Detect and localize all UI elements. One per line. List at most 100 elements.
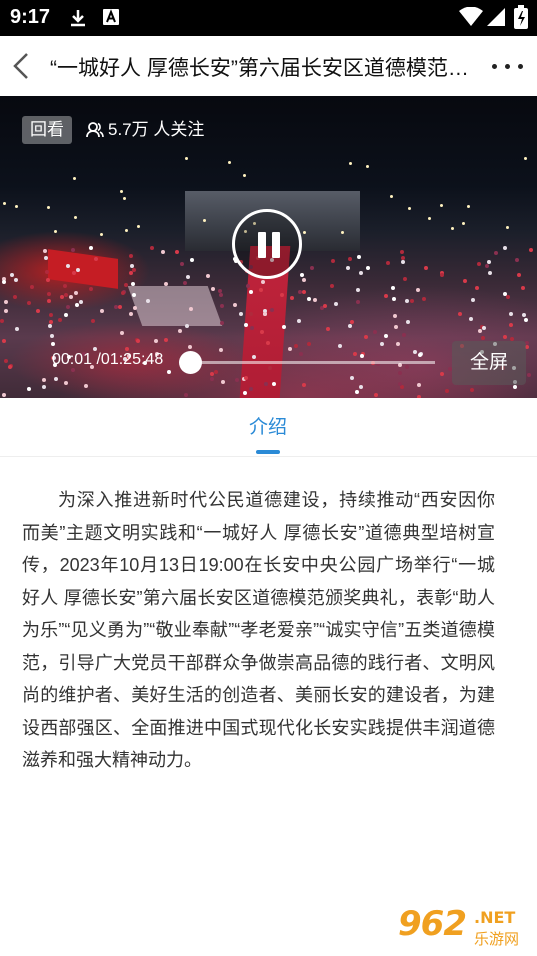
crowd-dot [325, 327, 330, 332]
city-light-dot [184, 157, 188, 161]
crowd-dot [508, 323, 513, 328]
crowd-dot [68, 294, 73, 299]
crowd-dot [120, 330, 125, 335]
crowd-dot [423, 266, 428, 271]
crowd-dot [235, 378, 240, 383]
user-icon [86, 122, 104, 138]
city-light-dot [303, 230, 307, 234]
crowd-dot [213, 369, 218, 374]
crowd-dot [238, 311, 243, 316]
video-player[interactable]: 回看 5.7万 人关注 00:01 /01:25:48 全屏 [0, 96, 537, 398]
crowd-dot [397, 371, 402, 376]
crowd-dot [282, 325, 287, 330]
crowd-dot [150, 246, 155, 250]
crowd-dot [506, 294, 511, 299]
crowd-dot [297, 290, 302, 295]
crowd-dot [4, 359, 9, 364]
tab-intro[interactable]: 介绍 [238, 412, 298, 439]
crowd-dot [385, 261, 390, 266]
crowd-dot [41, 377, 46, 382]
crowd-dot [244, 375, 249, 380]
crowd-dot [53, 377, 58, 382]
crowd-dot [42, 384, 47, 389]
crowd-dot [416, 287, 421, 292]
back-button[interactable] [8, 50, 38, 82]
crowd-dot [288, 347, 293, 352]
crowd-dot [302, 383, 307, 388]
seek-bar[interactable] [190, 361, 435, 364]
pause-icon [258, 232, 266, 258]
crowd-dot [259, 330, 264, 335]
crowd-dot [350, 319, 355, 324]
crowd-dot [161, 250, 166, 255]
crowd-dot [70, 247, 75, 252]
crowd-dot [153, 338, 158, 343]
crowd-dot [330, 258, 335, 263]
crowd-dot [84, 384, 89, 389]
crowd-dot [352, 351, 357, 356]
tab-bar: 介绍 [0, 398, 537, 457]
crowd-dot [298, 351, 303, 356]
crowd-dot [301, 289, 306, 294]
seek-thumb[interactable] [179, 351, 202, 374]
crowd-dot [248, 312, 253, 317]
city-light-dot [227, 161, 231, 165]
crowd-dot [527, 373, 532, 378]
crowd-dot [1, 338, 6, 343]
city-light-dot [462, 221, 466, 225]
viewer-count-text: 5.7万 人关注 [108, 120, 205, 139]
crowd-dot [422, 297, 427, 302]
crowd-dot [400, 260, 405, 265]
crowd-dot [206, 273, 211, 278]
crowd-dot [383, 334, 388, 339]
crowd-dot [406, 319, 411, 324]
crowd-dot [357, 254, 362, 259]
crowd-dot [210, 377, 215, 382]
crowd-dot [272, 381, 277, 386]
crowd-dot [468, 316, 473, 321]
crowd-dot [404, 365, 409, 370]
crowd-dot [306, 342, 311, 347]
crowd-dot [210, 286, 215, 291]
crowd-dot [413, 349, 418, 354]
crowd-dot [279, 293, 284, 298]
crowd-dot [63, 284, 68, 289]
crowd-dot [329, 284, 334, 289]
crowd-dot [175, 250, 180, 255]
crowd-dot [482, 325, 487, 330]
crowd-dot [45, 277, 50, 282]
crowd-dot [258, 287, 263, 292]
crowd-dot [64, 312, 68, 317]
crowd-dot [402, 333, 407, 338]
crowd-dot [46, 291, 51, 296]
crowd-dot [30, 284, 35, 289]
crowd-dot [188, 344, 192, 349]
crowd-dot [36, 308, 41, 313]
crowd-dot [503, 291, 508, 296]
replay-badge: 回看 [22, 116, 72, 144]
crowd-dot [43, 249, 48, 254]
crowd-dot [221, 380, 226, 385]
more-dot-icon [518, 64, 523, 69]
crowd-dot [265, 340, 270, 345]
crowd-dot [402, 277, 407, 282]
chevron-left-icon [13, 53, 28, 79]
video-frame-banner [48, 249, 118, 289]
crowd-dot [129, 253, 134, 258]
fullscreen-button[interactable]: 全屏 [452, 341, 526, 385]
crowd-dot [529, 248, 534, 253]
crowd-dot [379, 341, 384, 346]
watermark-domain: .NET [474, 908, 516, 927]
crowd-dot [445, 389, 450, 394]
city-light-dot [47, 206, 51, 210]
more-options-button[interactable] [488, 54, 528, 78]
crowd-dot [188, 306, 193, 311]
pause-button[interactable] [232, 209, 302, 279]
site-watermark: 962 .NET 乐游网 [398, 904, 532, 950]
signal-icon [486, 7, 506, 31]
crowd-dot [48, 313, 53, 318]
crowd-dot [356, 288, 361, 293]
city-light-dot [202, 218, 206, 222]
city-light-dot [122, 196, 126, 200]
crowd-dot [218, 292, 223, 297]
